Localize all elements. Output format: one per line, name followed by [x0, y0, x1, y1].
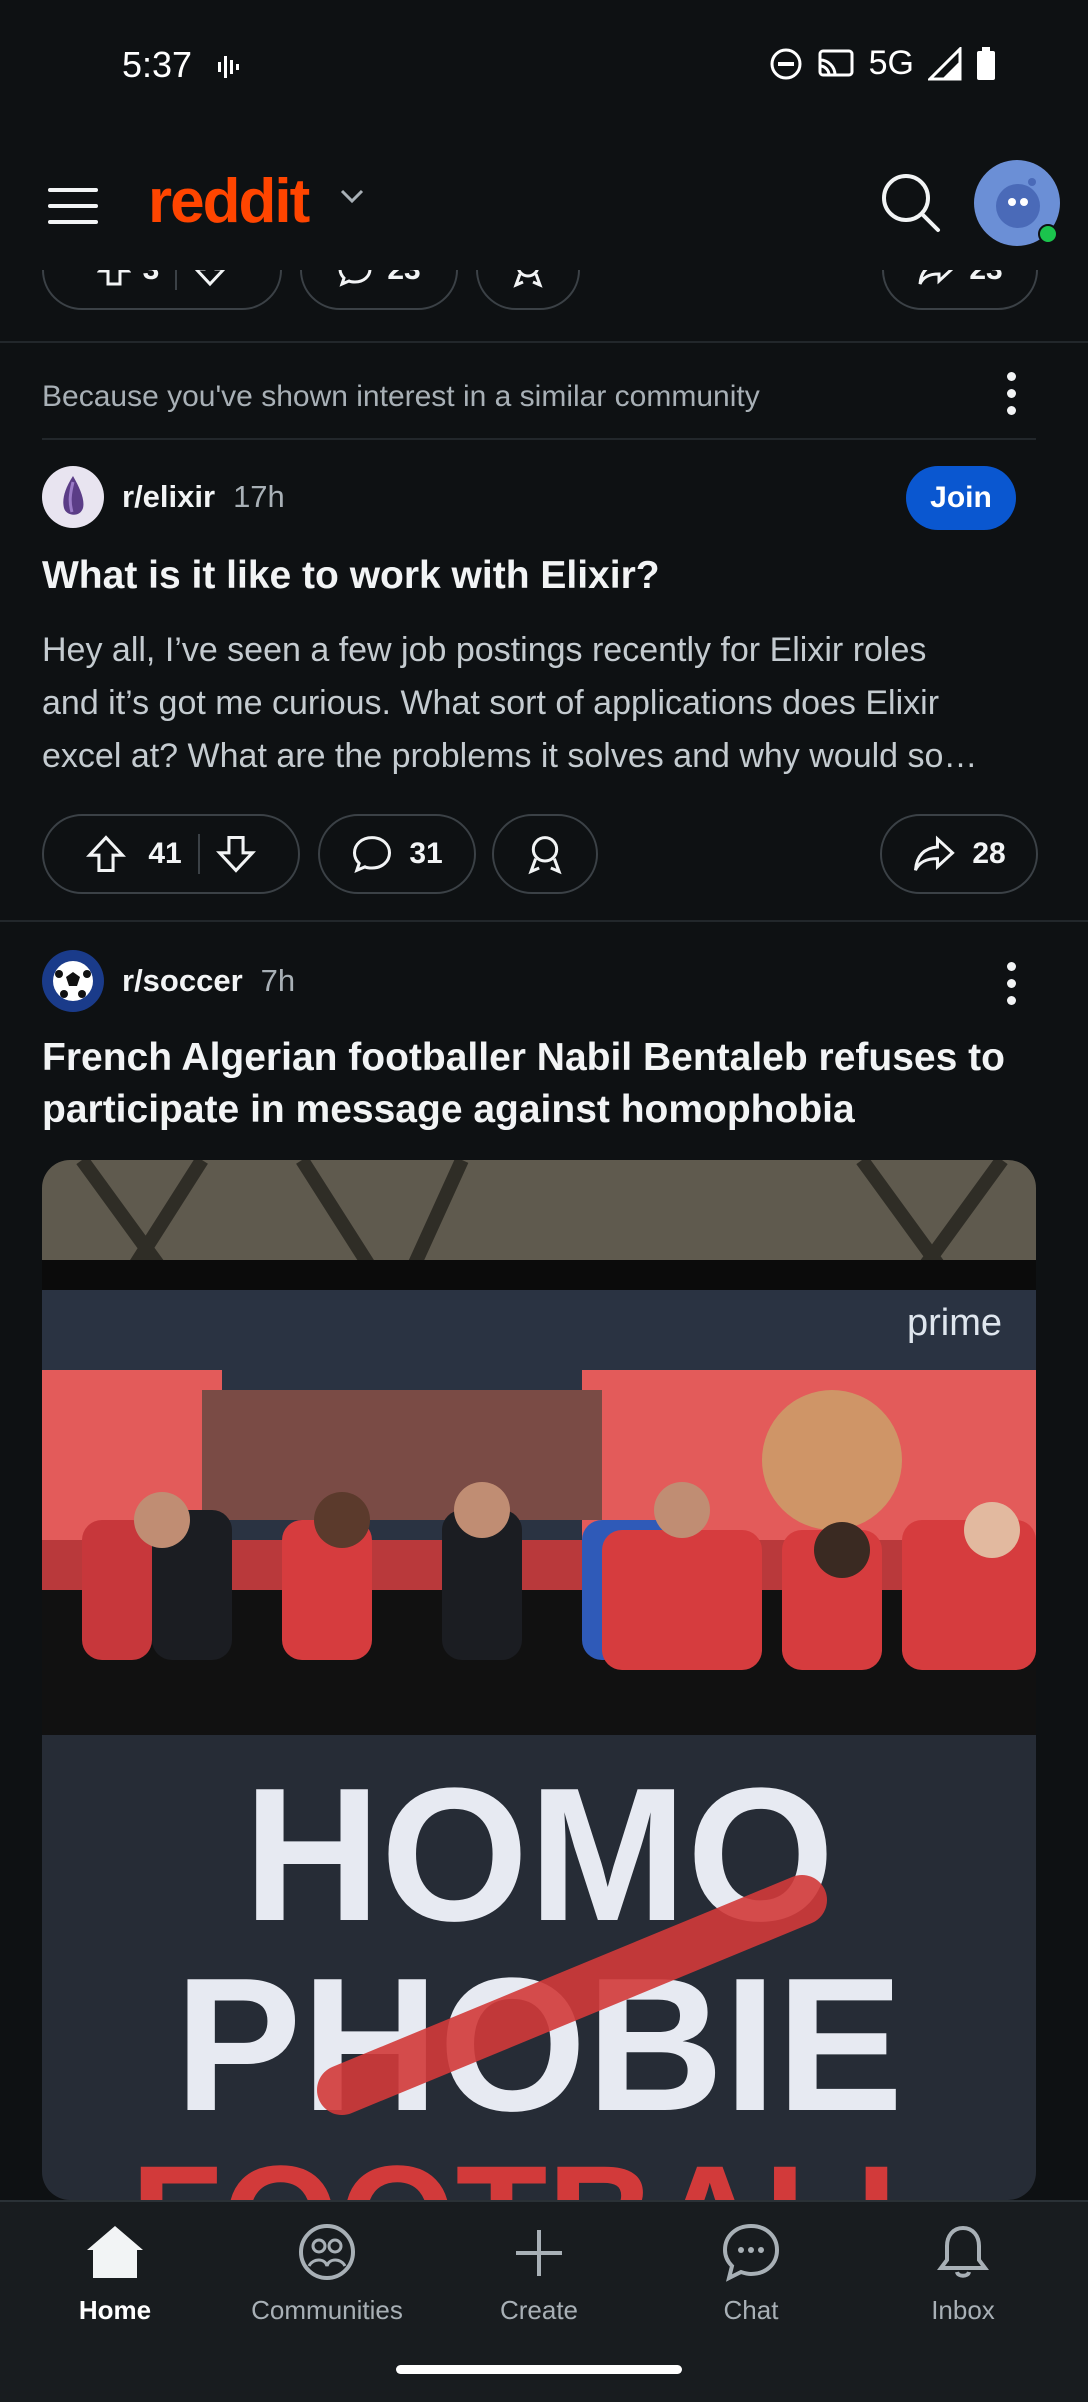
do-not-disturb-icon [770, 48, 802, 79]
communities-icon [299, 2224, 355, 2280]
upvote-count: 41 [148, 837, 182, 870]
signal-icon [928, 46, 962, 80]
share-pill[interactable]: 23 [882, 270, 1038, 310]
recommendation-reason: Because you've shown interest in a simil… [42, 380, 760, 413]
soccer-photo-image: HOMO PHOBIE FOOTBALL prime [42, 1160, 1036, 2200]
post-body-line: Hey all, I’ve seen a few job postings re… [42, 631, 927, 669]
comments-button[interactable]: 31 [318, 814, 476, 894]
nav-label: Inbox [931, 2295, 995, 2325]
avatar[interactable] [974, 160, 1060, 246]
broadcaster-logo: prime [907, 1302, 1002, 1344]
post-overflow-menu-icon[interactable] [1006, 962, 1016, 1005]
upvote-icon[interactable] [86, 834, 127, 874]
hamburger-menu-icon[interactable] [48, 186, 98, 226]
nav-inbox[interactable]: Inbox [873, 2222, 1053, 2326]
post-header: r/soccer 7h [42, 950, 295, 1012]
comment-count: 31 [409, 837, 443, 870]
bell-icon [937, 2225, 989, 2278]
subreddit-name[interactable]: r/elixir [122, 479, 215, 515]
chevron-down-icon[interactable] [338, 186, 366, 206]
post-body[interactable]: Hey all, I’ve seen a few job postings re… [42, 624, 1052, 783]
vote-pill: 41 [42, 814, 300, 894]
subreddit-avatar-soccer-icon[interactable] [42, 950, 104, 1012]
battery-icon [977, 46, 995, 80]
gesture-home-bar[interactable] [396, 2365, 682, 2374]
network-type: 5G [868, 44, 914, 82]
share-count: 23 [969, 270, 1002, 287]
post-header: r/elixir 17h [42, 466, 285, 528]
voice-icon [218, 56, 239, 78]
post-time: 7h [260, 963, 296, 998]
search-icon[interactable] [880, 172, 942, 234]
comments-pill[interactable]: 23 [300, 270, 458, 310]
nav-create[interactable]: Create [449, 2222, 629, 2326]
upvote-icon[interactable] [96, 270, 131, 287]
nav-label: Communities [251, 2295, 403, 2325]
online-indicator [1038, 224, 1058, 244]
award-icon [528, 836, 562, 875]
previous-post-actions: 3 23 23 [0, 270, 1088, 342]
subreddit-name[interactable]: r/soccer [122, 963, 243, 999]
home-icon [87, 2226, 143, 2278]
post-title-line: participate in message against homophobi… [42, 1088, 855, 1131]
share-button[interactable]: 28 [880, 814, 1038, 894]
downvote-icon[interactable] [215, 834, 256, 874]
downvote-icon[interactable] [193, 270, 227, 287]
plus-icon [516, 2230, 562, 2276]
status-bar: 5:37 5G [0, 0, 1088, 135]
subreddit-avatar-elixir-icon[interactable] [42, 466, 104, 528]
share-icon [918, 270, 954, 285]
banner-text: FOOTBALL [131, 2134, 948, 2200]
nav-label: Home [78, 2295, 152, 2325]
cast-icon [818, 49, 854, 76]
post-body-line: excel at? What are the problems it solve… [42, 737, 978, 775]
status-time: 5:37 [122, 44, 193, 85]
nav-chat[interactable]: Chat [661, 2222, 841, 2326]
share-icon [914, 835, 956, 871]
award-button[interactable] [492, 814, 598, 894]
upvote-count: 3 [143, 270, 160, 287]
nav-label: Create [499, 2295, 579, 2325]
recommendation-overflow-menu-icon[interactable] [1006, 372, 1016, 415]
award-button[interactable] [476, 270, 580, 310]
comment-icon [353, 836, 392, 874]
divider [0, 341, 1088, 343]
comment-icon [338, 270, 372, 287]
nav-home[interactable]: Home [25, 2222, 205, 2326]
award-icon [513, 270, 543, 288]
comment-count: 23 [387, 270, 420, 287]
post-image[interactable]: HOMO PHOBIE FOOTBALL prime [42, 1160, 1036, 2200]
divider [0, 920, 1088, 922]
post-title[interactable]: What is it like to work with Elixir? [42, 550, 1042, 602]
post-body-line: and it’s got me curious. What sort of ap… [42, 684, 940, 722]
divider [42, 438, 1036, 440]
post-time: 17h [233, 479, 285, 514]
share-count: 28 [972, 837, 1006, 870]
nav-communities[interactable]: Communities [237, 2222, 417, 2326]
join-button[interactable]: Join [906, 466, 1016, 530]
vote-pill[interactable]: 3 [42, 270, 282, 310]
status-icons: 5G [769, 44, 996, 83]
post-title[interactable]: French Algerian footballer Nabil Bentale… [42, 1032, 1052, 1136]
nav-label: Chat [723, 2295, 779, 2325]
banner-text: PHOBIE [175, 1939, 903, 2151]
post-title-line: French Algerian footballer Nabil Bentale… [42, 1036, 1005, 1079]
reddit-logo[interactable]: reddit [148, 166, 310, 237]
chat-icon [722, 2223, 780, 2282]
